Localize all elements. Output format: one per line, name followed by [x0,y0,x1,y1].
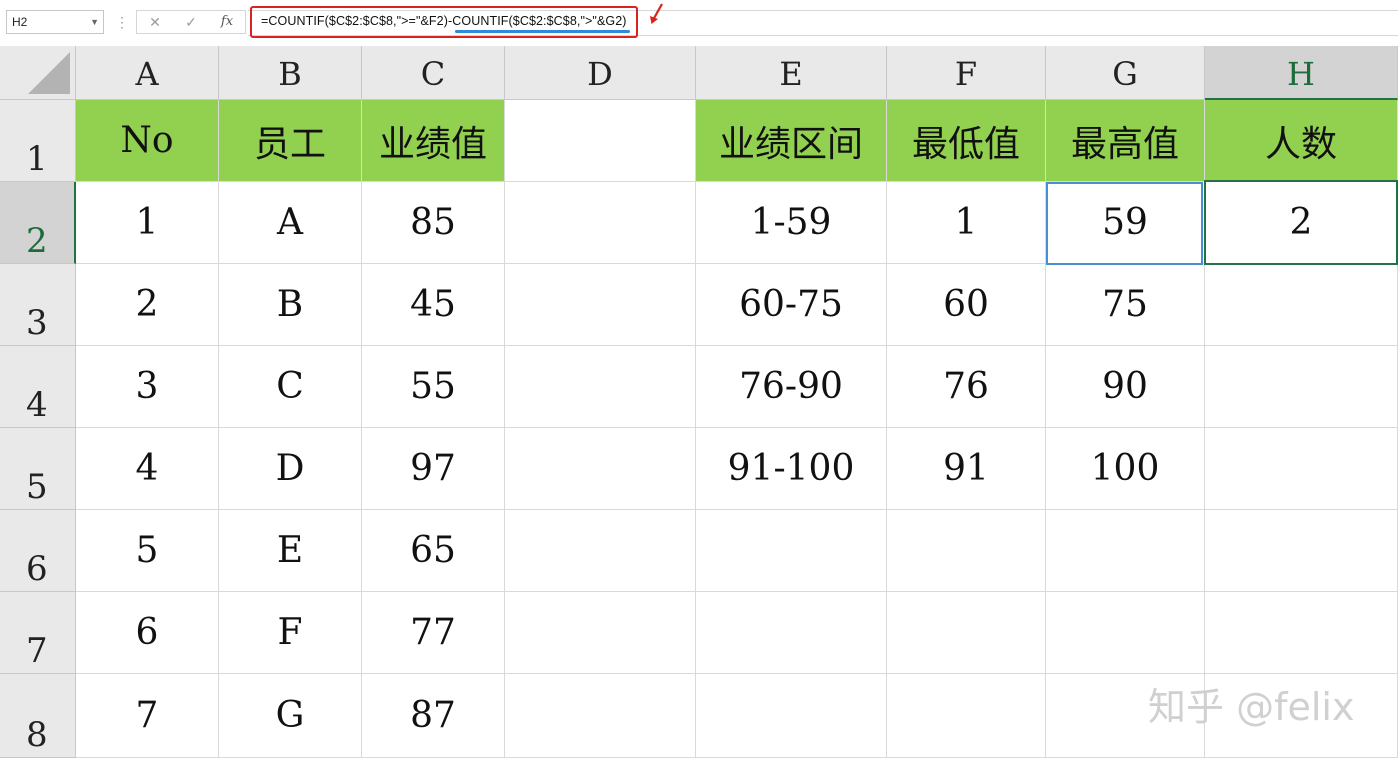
cell-e6[interactable] [696,510,887,592]
formula-part-2: COUNTIF($C$2:$C$8,">"&G2) [452,14,627,28]
cell-f8[interactable] [887,674,1046,758]
more-options-icon[interactable]: ⋮ [115,12,129,34]
cell-f1[interactable]: 最低值 [887,100,1046,182]
spreadsheet-grid: A B C D E F G H 1 2 3 4 5 6 7 8 No 员工 业绩… [0,46,1398,758]
cell-g3[interactable]: 75 [1046,264,1205,346]
cell-h4[interactable] [1205,346,1398,428]
cell-c8[interactable]: 87 [362,674,505,758]
formula-underline [455,30,630,33]
cell-b7[interactable]: F [219,592,362,674]
column-header-e[interactable]: E [696,46,887,100]
cell-b1[interactable]: 员工 [219,100,362,182]
cell-a6[interactable]: 5 [76,510,219,592]
cell-d6[interactable] [505,510,696,592]
cell-h5[interactable] [1205,428,1398,510]
cell-d1[interactable] [505,100,696,182]
cell-b3[interactable]: B [219,264,362,346]
cell-c1[interactable]: 业绩值 [362,100,505,182]
row-header-8[interactable]: 8 [0,674,76,758]
cell-f4[interactable]: 76 [887,346,1046,428]
enter-icon[interactable]: ✓ [177,11,205,33]
cell-c6[interactable]: 65 [362,510,505,592]
column-header-h[interactable]: H [1205,46,1398,100]
cell-f5[interactable]: 91 [887,428,1046,510]
cell-c2[interactable]: 85 [362,182,505,264]
cell-e1[interactable]: 业绩区间 [696,100,887,182]
cell-f2[interactable]: 1 [887,182,1046,264]
cell-h6[interactable] [1205,510,1398,592]
cell-e7[interactable] [696,592,887,674]
cancel-icon[interactable]: ✕ [141,11,169,33]
row-header-4[interactable]: 4 [0,346,76,428]
column-header-f[interactable]: F [887,46,1046,100]
cell-a7[interactable]: 6 [76,592,219,674]
cell-d8[interactable] [505,674,696,758]
cell-b2[interactable]: A [219,182,362,264]
cell-e2[interactable]: 1-59 [696,182,887,264]
cell-g2[interactable]: 59 [1046,182,1205,264]
formula-text[interactable]: =COUNTIF($C$2:$C$8,">="&F2)-COUNTIF($C$2… [261,14,627,28]
cell-g6[interactable] [1046,510,1205,592]
row-header-1[interactable]: 1 [0,100,76,182]
cell-d3[interactable] [505,264,696,346]
watermark: 知乎 @felix [1148,685,1355,729]
cell-b8[interactable]: G [219,674,362,758]
cell-a5[interactable]: 4 [76,428,219,510]
cell-h3[interactable] [1205,264,1398,346]
cell-b4[interactable]: C [219,346,362,428]
cell-c5[interactable]: 97 [362,428,505,510]
formula-bar: H2 ▼ ⋮ ✕ ✓ fx =COUNTIF($C$2:$C$8,">="&F2… [0,0,1398,46]
row-header-6[interactable]: 6 [0,510,76,592]
cell-g1[interactable]: 最高值 [1046,100,1205,182]
name-box-value: H2 [12,15,28,29]
cell-g5[interactable]: 100 [1046,428,1205,510]
cell-f6[interactable] [887,510,1046,592]
cell-a1[interactable]: No [76,100,219,182]
cell-d7[interactable] [505,592,696,674]
cell-e4[interactable]: 76-90 [696,346,887,428]
cell-c3[interactable]: 45 [362,264,505,346]
cell-d4[interactable] [505,346,696,428]
column-header-b[interactable]: B [219,46,362,100]
cell-g4[interactable]: 90 [1046,346,1205,428]
column-header-c[interactable]: C [362,46,505,100]
name-box[interactable]: H2 ▼ [6,10,104,34]
cell-a4[interactable]: 3 [76,346,219,428]
row-header-3[interactable]: 3 [0,264,76,346]
cell-c4[interactable]: 55 [362,346,505,428]
row-header-7[interactable]: 7 [0,592,76,674]
cell-h1[interactable]: 人数 [1205,100,1398,182]
row-header-2[interactable]: 2 [0,182,76,264]
select-all-corner[interactable] [0,46,76,100]
cell-f3[interactable]: 60 [887,264,1046,346]
red-arrow-icon [650,3,663,24]
insert-function-icon[interactable]: fx [213,11,241,33]
cell-a2[interactable]: 1 [76,182,219,264]
cell-a8[interactable]: 7 [76,674,219,758]
cell-d5[interactable] [505,428,696,510]
formula-buttons: ✕ ✓ fx [136,10,246,34]
cell-c7[interactable]: 77 [362,592,505,674]
cell-d2[interactable] [505,182,696,264]
cell-e8[interactable] [696,674,887,758]
row-header-5[interactable]: 5 [0,428,76,510]
column-header-g[interactable]: G [1046,46,1205,100]
cell-e3[interactable]: 60-75 [696,264,887,346]
cell-a3[interactable]: 2 [76,264,219,346]
select-all-triangle-icon [28,52,70,94]
cell-h7[interactable] [1205,592,1398,674]
formula-part-1: =COUNTIF($C$2:$C$8,">="&F2)- [261,14,453,28]
column-header-a[interactable]: A [76,46,219,100]
cell-f7[interactable] [887,592,1046,674]
cell-b5[interactable]: D [219,428,362,510]
column-header-d[interactable]: D [505,46,696,100]
cell-h2[interactable]: 2 [1205,182,1398,264]
cell-e5[interactable]: 91-100 [696,428,887,510]
cell-g7[interactable] [1046,592,1205,674]
chevron-down-icon[interactable]: ▼ [90,11,99,33]
cell-b6[interactable]: E [219,510,362,592]
